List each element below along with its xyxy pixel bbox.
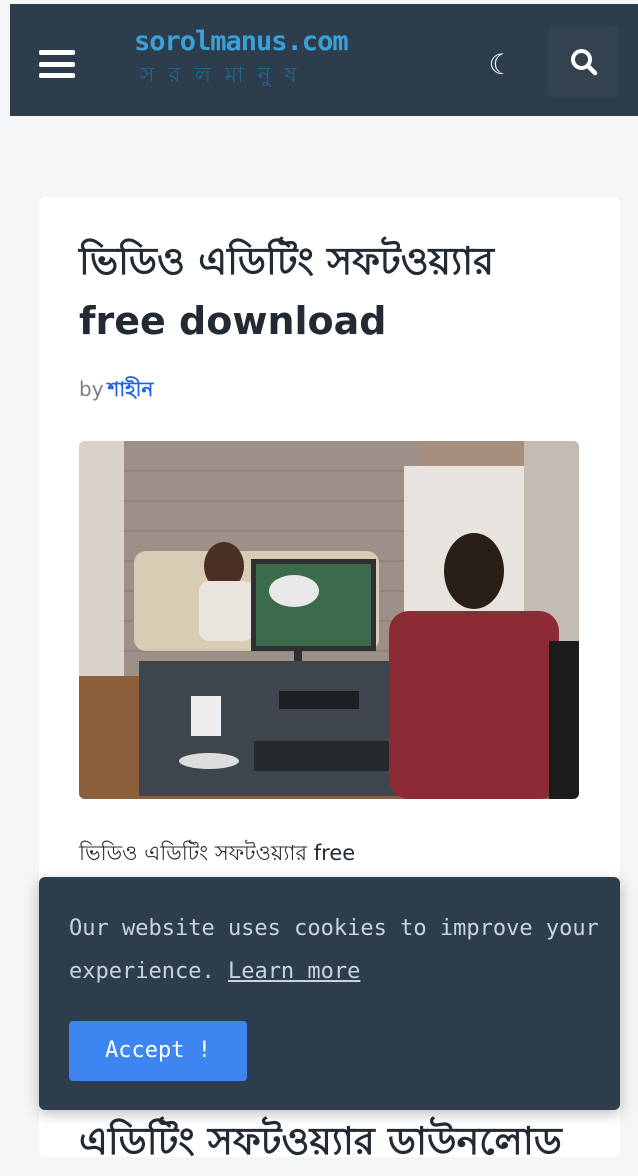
learn-more-link[interactable]: Learn more: [228, 959, 360, 984]
next-section-heading: এডিটিং সফটওয়্যার ডাউনলোড: [79, 1119, 562, 1163]
hamburger-menu-icon[interactable]: [39, 50, 75, 78]
cookie-banner: Our website uses cookies to improve your…: [39, 877, 620, 1110]
site-logo[interactable]: sorolmanus.com সরলমানুষ: [134, 26, 374, 92]
site-header: sorolmanus.com সরলমানুষ ☾: [10, 4, 638, 116]
author-link[interactable]: শাহীন: [108, 377, 154, 401]
accept-cookies-button[interactable]: Accept !: [69, 1021, 247, 1081]
search-button[interactable]: [548, 26, 619, 97]
logo-subtext: সরলমানুষ: [140, 63, 311, 88]
search-icon: [571, 49, 598, 76]
moon-icon[interactable]: ☾: [486, 50, 516, 80]
logo-text: sorolmanus.com: [134, 26, 349, 57]
by-label: by: [79, 377, 104, 401]
post-title-en: free download: [79, 299, 387, 343]
cookie-message: Our website uses cookies to improve your…: [69, 907, 599, 993]
post-excerpt: ভিডিও এডিটিং সফটওয়্যার free: [79, 841, 356, 865]
post-title[interactable]: ভিডিও এডিটিং সফটওয়্যার free download: [79, 231, 599, 351]
post-title-bn: ভিডিও এডিটিং সফটওয়্যার: [79, 239, 495, 283]
featured-image[interactable]: [79, 441, 579, 799]
featured-image-graphic: [79, 441, 579, 799]
byline: by শাহীন: [79, 375, 153, 408]
